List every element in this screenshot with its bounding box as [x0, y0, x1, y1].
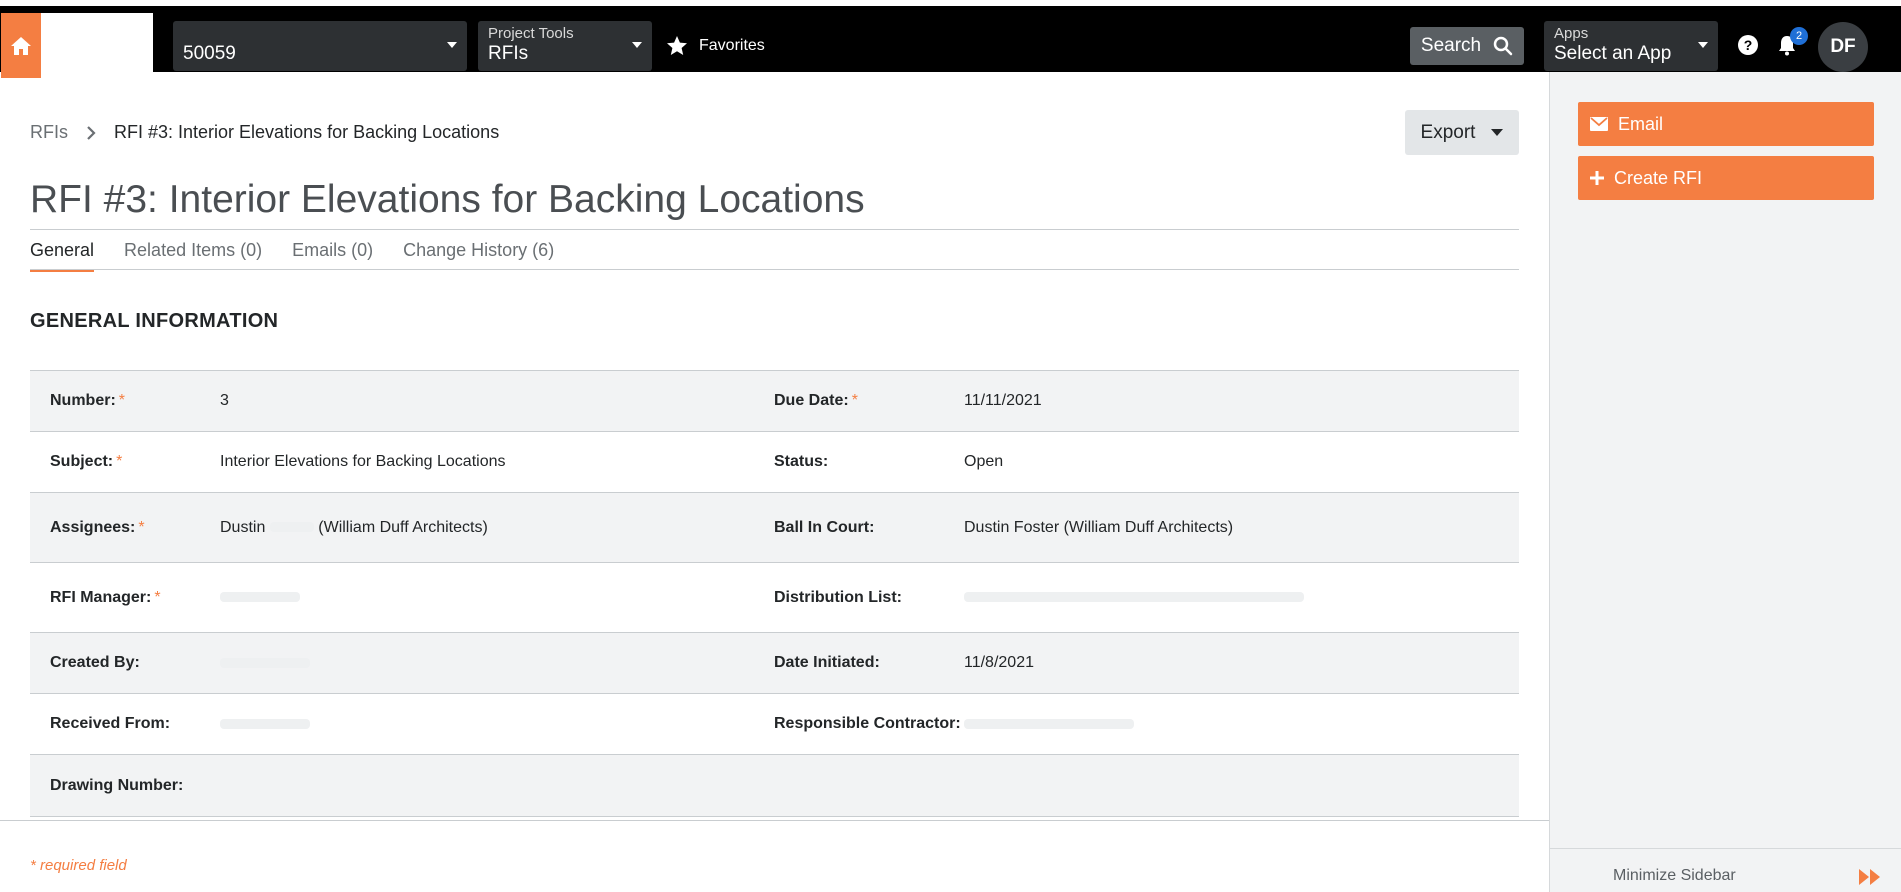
required-marker: * — [138, 518, 145, 536]
favorites-label: Favorites — [699, 37, 765, 54]
ball-in-court-value: Dustin Foster (William Duff Architects) — [964, 518, 1234, 536]
subject-label: Subject: — [50, 453, 114, 470]
date-initiated-value: 11/8/2021 — [964, 654, 1034, 671]
search-icon — [1493, 36, 1513, 56]
tab-change-history[interactable]: Change History (6) — [403, 240, 554, 272]
star-icon — [667, 36, 687, 55]
breadcrumb-current: RFI #3: Interior Elevations for Backing … — [114, 122, 500, 142]
minimize-sidebar-label: Minimize Sidebar — [1613, 867, 1736, 884]
search-button[interactable]: Search — [1410, 27, 1524, 65]
chevron-down-icon — [632, 42, 642, 48]
redacted-text — [964, 592, 1304, 603]
redacted-text — [220, 592, 300, 603]
general-information-table: Number: * 3 Due Date: * 11/11/2021 Subject… — [30, 370, 1519, 817]
status-value: Open — [964, 453, 1004, 470]
envelope-icon — [1590, 117, 1608, 131]
subject-value: Interior Elevations for Backing Location… — [220, 453, 506, 470]
project-selector-value: 50059 — [183, 43, 236, 64]
plus-icon — [1590, 171, 1604, 185]
tab-bar: General Related Items (0) Emails (0) Cha… — [30, 240, 554, 272]
project-tools-label: Project Tools — [488, 25, 574, 42]
tab-related-items[interactable]: Related Items (0) — [124, 240, 262, 272]
redacted-text — [964, 718, 1134, 729]
number-label: Number: — [50, 392, 116, 409]
breadcrumb-rfis-link[interactable]: RFIs — [30, 122, 68, 143]
received-from-label: Received From: — [50, 715, 171, 732]
apps-selector[interactable]: Apps Select an App — [1544, 21, 1718, 71]
number-value: 3 — [220, 392, 229, 409]
divider — [30, 269, 1519, 270]
user-avatar[interactable]: DF — [1818, 22, 1868, 72]
table-row: Received From: Responsible Contractor: — [30, 694, 1519, 755]
export-label: Export — [1420, 121, 1476, 143]
project-tools-value: RFIs — [488, 43, 529, 64]
search-label: Search — [1420, 35, 1482, 56]
redacted-text — [220, 718, 310, 729]
top-navigation-bar: 50059 Project Tools RFIs Favorites Searc… — [0, 0, 1901, 78]
divider — [30, 229, 1519, 230]
responsible-contractor-label: Responsible Contractor: — [774, 715, 961, 732]
email-label: Email — [1618, 113, 1664, 134]
project-tools-selector[interactable]: Project Tools RFIs — [478, 21, 652, 71]
tab-general[interactable]: General — [30, 240, 95, 272]
favorites-button[interactable]: Favorites — [665, 34, 765, 58]
due-date-label: Due Date: — [774, 392, 849, 409]
required-field-note: * required field — [30, 857, 127, 874]
required-marker: * — [851, 392, 858, 409]
required-marker: * — [154, 588, 161, 606]
home-icon — [11, 36, 31, 55]
table-row: Drawing Number: — [30, 755, 1519, 817]
create-rfi-button[interactable]: Create RFI — [1578, 156, 1874, 200]
right-sidebar: Email Create RFI Minimize Sidebar — [1549, 72, 1901, 892]
distribution-list-label: Distribution List: — [774, 588, 902, 606]
rfi-manager-label: RFI Manager: — [50, 588, 152, 606]
help-icon[interactable]: ? — [1738, 35, 1758, 55]
date-initiated-label: Date Initiated: — [774, 654, 880, 671]
email-button[interactable]: Email — [1578, 102, 1874, 146]
required-marker: * — [118, 392, 126, 409]
table-row: Subject: * Interior Elevations for Backin… — [30, 432, 1519, 493]
chevron-down-icon — [447, 42, 457, 48]
notification-count-badge: 2 — [1790, 27, 1808, 45]
table-row: Number: * 3 Due Date: * 11/11/2021 — [30, 371, 1519, 432]
main-content: RFIs RFI #3: Interior Elevations for Bac… — [0, 72, 1549, 820]
section-title: GENERAL INFORMATION — [30, 310, 279, 332]
created-by-label: Created By: — [50, 654, 140, 671]
chevron-down-icon — [1698, 42, 1708, 48]
drawing-number-label: Drawing Number: — [50, 776, 184, 794]
table-row: Assignees: * Dustin (William Duff Archite… — [30, 493, 1519, 563]
table-row: RFI Manager: * Distribution List: — [30, 563, 1519, 633]
export-button[interactable]: Export — [1405, 110, 1519, 155]
page-title: RFI #3: Interior Elevations for Backing … — [30, 178, 865, 221]
status-label: Status: — [774, 453, 829, 470]
double-chevron-right-icon — [1859, 869, 1880, 885]
home-button[interactable] — [1, 13, 41, 78]
redacted-text — [269, 522, 314, 533]
table-row: Created By: Date Initiated: 11/8/2021 — [30, 633, 1519, 694]
assignees-label: Assignees: — [50, 518, 136, 536]
ball-in-court-label: Ball In Court: — [774, 518, 875, 536]
apps-value: Select an App — [1554, 43, 1672, 64]
tab-emails[interactable]: Emails (0) — [292, 240, 373, 272]
form-footer: * required field — [0, 820, 1549, 892]
assignee-company: (William Duff Architects) — [318, 518, 488, 536]
due-date-value: 11/11/2021 — [964, 392, 1042, 409]
chevron-right-icon — [87, 125, 96, 140]
assignees-value: Dustin (William Duff Architects) — [220, 519, 774, 537]
redacted-text — [220, 657, 310, 668]
chevron-down-icon — [1491, 129, 1504, 136]
apps-label: Apps — [1554, 25, 1589, 42]
project-selector[interactable]: 50059 — [173, 21, 467, 71]
company-logo — [41, 13, 153, 78]
breadcrumb: RFIs RFI #3: Interior Elevations for Bac… — [30, 122, 499, 143]
create-rfi-label: Create RFI — [1614, 167, 1703, 188]
assignee-first-name: Dustin — [220, 518, 266, 536]
required-marker: * — [116, 453, 123, 470]
minimize-sidebar-button[interactable]: Minimize Sidebar — [1550, 848, 1901, 892]
